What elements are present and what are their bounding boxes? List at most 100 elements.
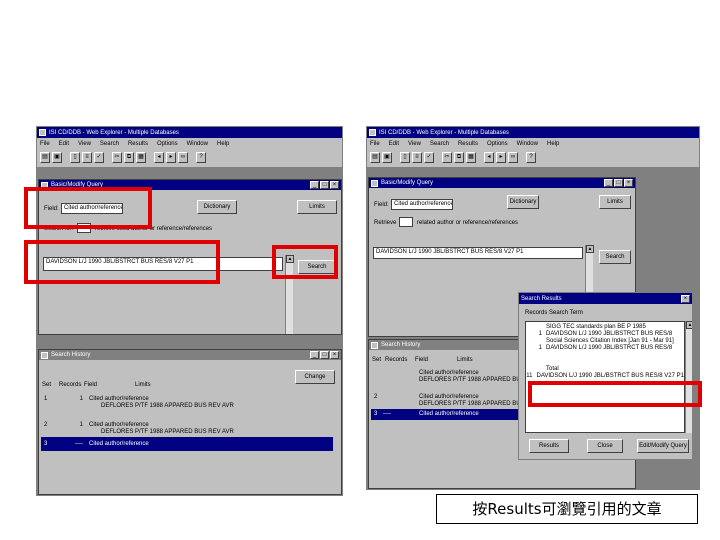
- help-icon[interactable]: ?: [526, 151, 536, 163]
- tile-icon[interactable]: ▦: [136, 151, 146, 163]
- dictionary-button[interactable]: Dictionary: [507, 195, 539, 209]
- list-item[interactable]: 1 DAVIDSON L/J 1990 JBL/BSTRCT BUS RES/8: [526, 345, 684, 352]
- close-icon[interactable]: ×: [330, 181, 339, 189]
- save-icon[interactable]: ▣: [382, 151, 392, 163]
- previous-icon[interactable]: ◂: [484, 151, 494, 163]
- list-icon[interactable]: ≡: [82, 151, 92, 163]
- menu-edit[interactable]: Edit: [59, 141, 69, 147]
- menu-edit[interactable]: Edit: [389, 141, 399, 147]
- scroll-up-icon[interactable]: ▲: [686, 321, 692, 329]
- window-icon: [371, 179, 378, 187]
- col-records: Records: [385, 357, 408, 363]
- menu-view[interactable]: View: [78, 141, 91, 147]
- table-row[interactable]: 1 1 Cited author/reference: [41, 396, 333, 403]
- menu-results[interactable]: Results: [128, 141, 148, 147]
- copy-icon[interactable]: ⧉: [454, 151, 464, 163]
- left-history-titlebar[interactable]: Search History _ □ ×: [39, 350, 341, 360]
- search-for-label: Retrieve: [374, 220, 397, 226]
- list-item[interactable]: Total: [526, 366, 684, 373]
- menu-window[interactable]: Window: [517, 141, 538, 147]
- limits-button[interactable]: Limits: [599, 195, 631, 209]
- menu-file[interactable]: File: [370, 141, 380, 147]
- edit-modify-query-button[interactable]: Edit/Modify Query: [637, 439, 689, 453]
- menu-options[interactable]: Options: [487, 141, 508, 147]
- binoculars-icon[interactable]: ∞: [508, 151, 518, 163]
- close-icon[interactable]: ×: [681, 294, 690, 303]
- minimize-icon[interactable]: _: [310, 351, 319, 359]
- document-icon[interactable]: ▯: [400, 151, 410, 163]
- right-toolbar: ▤ ▣ ▯ ≡ ✓ ✂ ⧉ ▦ ◂ ▸ ∞ ?: [367, 149, 699, 165]
- marks-icon[interactable]: ✓: [94, 151, 104, 163]
- scissors-icon[interactable]: ✂: [112, 151, 122, 163]
- right-query-title: Basic/Modify Query: [381, 180, 434, 186]
- list-item-total[interactable]: 11 DAVIDSON L/J 1990 JBL/BSTRCT BUS RES/…: [526, 373, 684, 380]
- results-dialog-titlebar[interactable]: Search Results ×: [519, 293, 692, 304]
- search-results-dialog: Search Results × Records Search Term SIG…: [518, 292, 693, 460]
- highlight-query-input: [24, 240, 220, 284]
- dictionary-button[interactable]: Dictionary: [197, 200, 237, 214]
- save-icon[interactable]: ▣: [52, 151, 62, 163]
- list-item[interactable]: SIGG TEC standards plan BE P 1985: [526, 324, 684, 331]
- results-button[interactable]: Results: [529, 439, 569, 453]
- next-icon[interactable]: ▸: [166, 151, 176, 163]
- menu-window[interactable]: Window: [187, 141, 208, 147]
- list-icon[interactable]: ≡: [412, 151, 422, 163]
- scroll-up-icon[interactable]: ▲: [586, 245, 594, 253]
- next-icon[interactable]: ▸: [496, 151, 506, 163]
- search-count-field[interactable]: [399, 217, 413, 227]
- close-button[interactable]: Close: [587, 439, 623, 453]
- print-icon[interactable]: ▤: [370, 151, 380, 163]
- table-row[interactable]: 2 1 Cited author/reference: [41, 422, 333, 429]
- print-icon[interactable]: ▤: [40, 151, 50, 163]
- menu-help[interactable]: Help: [547, 141, 559, 147]
- col-set: Set: [372, 357, 382, 363]
- search-button[interactable]: Search: [599, 250, 631, 264]
- minimize-icon[interactable]: _: [310, 181, 319, 189]
- table-row-detail: DEFLORES P/TF 1988 APPARED BUS REV AVR: [101, 429, 234, 435]
- left-history-window: Search History _ □ × Change Set Records …: [38, 349, 342, 495]
- col-records: Records: [59, 382, 82, 388]
- field-select[interactable]: Cited author/reference: [391, 199, 453, 210]
- left-toolbar: ▤ ▣ ▯ ≡ ✓ ✂ ⧉ ▦ ◂ ▸ ∞ ?: [37, 149, 342, 165]
- maximize-icon[interactable]: □: [320, 181, 329, 189]
- menu-search[interactable]: Search: [100, 141, 119, 147]
- list-item[interactable]: 1 DAVIDSON L/J 1990 JBL/BSTRCT BUS RES/8: [526, 331, 684, 338]
- document-icon[interactable]: ▯: [70, 151, 80, 163]
- menu-help[interactable]: Help: [217, 141, 229, 147]
- tile-icon[interactable]: ▦: [466, 151, 476, 163]
- close-icon[interactable]: ×: [330, 351, 339, 359]
- menu-options[interactable]: Options: [157, 141, 178, 147]
- list-item[interactable]: Social Sciences Citation Index [Jan 91 -…: [526, 338, 684, 345]
- maximize-icon[interactable]: □: [614, 179, 623, 187]
- right-app-titlebar[interactable]: ISI CD/DDB - Web Explorer - Multiple Dat…: [367, 127, 699, 138]
- table-row-selected[interactable]: 3 ---- Cited author/reference: [41, 437, 333, 451]
- menu-view[interactable]: View: [408, 141, 421, 147]
- menu-file[interactable]: File: [40, 141, 50, 147]
- previous-icon[interactable]: ◂: [154, 151, 164, 163]
- right-query-titlebar[interactable]: Basic/Modify Query _ □ ×: [369, 178, 635, 188]
- highlight-search-button: [272, 245, 338, 279]
- results-scrollbar[interactable]: ▲: [685, 321, 692, 433]
- scissors-icon[interactable]: ✂: [442, 151, 452, 163]
- binoculars-icon[interactable]: ∞: [178, 151, 188, 163]
- close-icon[interactable]: ×: [624, 179, 633, 187]
- copy-icon[interactable]: ⧉: [124, 151, 134, 163]
- results-header: Records Search Term: [525, 310, 583, 316]
- menu-results[interactable]: Results: [458, 141, 478, 147]
- left-app-window: ISI CD/DDB - Web Explorer - Multiple Dat…: [36, 126, 343, 496]
- results-list[interactable]: SIGG TEC standards plan BE P 1985 1 DAVI…: [525, 321, 685, 433]
- limits-button[interactable]: Limits: [297, 200, 337, 214]
- right-app-title: ISI CD/DDB - Web Explorer - Multiple Dat…: [379, 129, 509, 136]
- col-set: Set: [42, 382, 52, 388]
- marks-icon[interactable]: ✓: [424, 151, 434, 163]
- list-item[interactable]: [526, 352, 684, 366]
- query-input[interactable]: DAVIDSON L/J 1990 JBL/BSTRCT BUS RES/8 V…: [373, 247, 583, 259]
- minimize-icon[interactable]: _: [604, 179, 613, 187]
- highlight-field-select: [24, 187, 152, 229]
- left-app-titlebar[interactable]: ISI CD/DDB - Web Explorer - Multiple Dat…: [37, 127, 342, 138]
- field-label: Field:: [374, 202, 389, 208]
- maximize-icon[interactable]: □: [320, 351, 329, 359]
- menu-search[interactable]: Search: [430, 141, 449, 147]
- change-button[interactable]: Change: [295, 370, 335, 384]
- help-icon[interactable]: ?: [196, 151, 206, 163]
